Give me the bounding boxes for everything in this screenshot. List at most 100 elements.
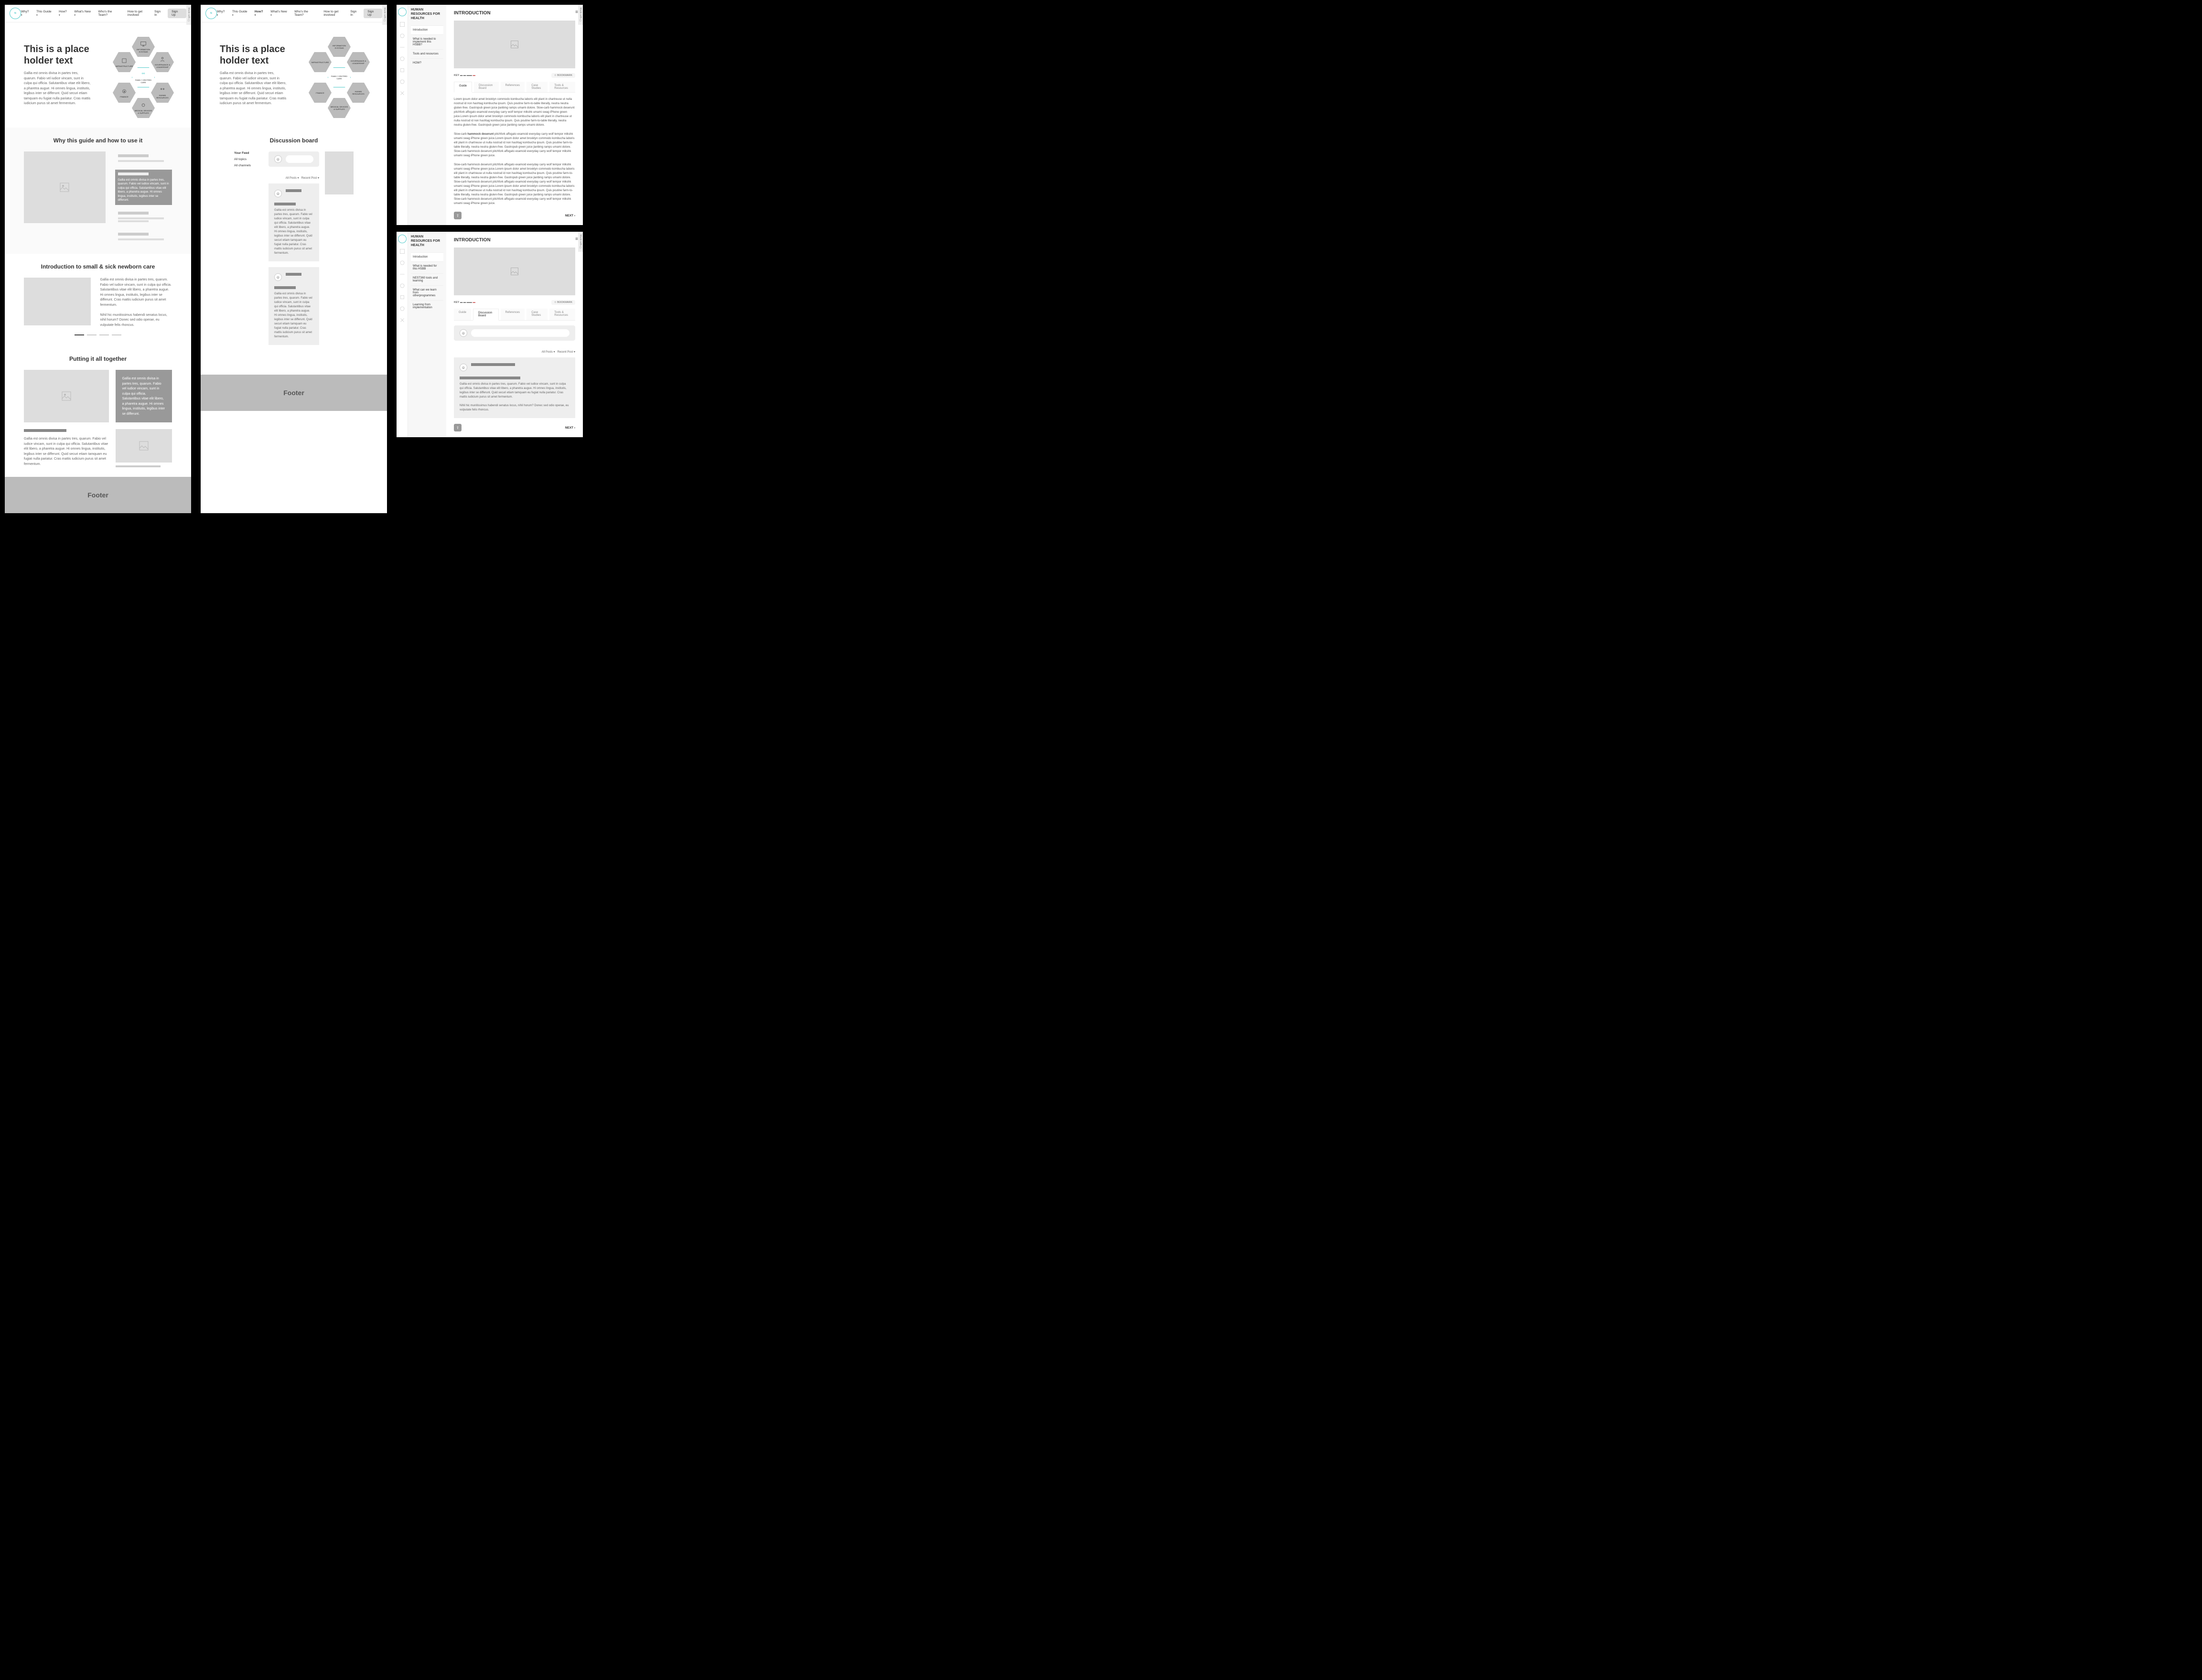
hamburger-icon[interactable]: ≡ bbox=[575, 10, 578, 15]
share-button[interactable]: ⇪ bbox=[454, 212, 462, 219]
hex-infrastructure[interactable]: INFRASTRUCTURE bbox=[113, 52, 136, 72]
rail-icon-1[interactable] bbox=[399, 21, 406, 28]
sidebar-item-learning[interactable]: Learning from implementation bbox=[411, 300, 443, 312]
filter-feed[interactable]: Your Feed bbox=[234, 151, 263, 155]
hex-infrastructure[interactable]: INFRASTRUCTURE bbox=[309, 52, 332, 72]
tab-references[interactable]: References bbox=[501, 309, 525, 320]
logo-icon[interactable]: N bbox=[205, 8, 217, 19]
nav-guide[interactable]: This Guide bbox=[36, 10, 53, 17]
filter-topics[interactable]: All topics bbox=[234, 158, 263, 161]
rail-icon-4[interactable] bbox=[399, 55, 406, 62]
sidebar-item-intro[interactable]: Introduction bbox=[411, 252, 443, 261]
nav-why[interactable]: Why? bbox=[217, 10, 226, 17]
accordion-item[interactable] bbox=[115, 151, 172, 166]
tab-tools[interactable]: Tools & Resources bbox=[549, 82, 575, 92]
new-post-box[interactable]: ☺ bbox=[454, 325, 575, 341]
sidebar-item-needed[interactable]: What is needed for this HSBB bbox=[411, 261, 443, 273]
nav-involved[interactable]: How to get involved bbox=[128, 10, 154, 17]
nav-why[interactable]: Why? bbox=[21, 10, 31, 17]
tab-guide[interactable]: Guide bbox=[454, 82, 472, 93]
rail-icon-1[interactable] bbox=[399, 248, 406, 255]
post-input[interactable] bbox=[286, 155, 313, 163]
sidebar-item-intro[interactable]: Introduction bbox=[411, 25, 443, 34]
sidebar-item-implement[interactable]: What is needed to implement this HSBB? bbox=[411, 34, 443, 49]
rail-icon-2[interactable] bbox=[399, 259, 406, 266]
tab-discussion[interactable]: Discussion Board bbox=[473, 309, 498, 321]
filter-channels[interactable]: All channels bbox=[234, 164, 263, 167]
hex-hr[interactable]: HUMAN RESOURCES bbox=[347, 83, 370, 103]
logo-icon[interactable] bbox=[398, 8, 407, 16]
rail-icon-4[interactable] bbox=[399, 282, 406, 289]
rail-icon-3[interactable] bbox=[399, 44, 406, 51]
signin-link[interactable]: Sign In bbox=[154, 10, 164, 17]
signup-button[interactable]: Sign Up bbox=[364, 9, 382, 18]
sidebar-item-learn[interactable]: What can we learn from otherprogrammes bbox=[411, 285, 443, 300]
tab-references[interactable]: References bbox=[501, 82, 525, 92]
new-post-box[interactable]: ☺ bbox=[269, 151, 319, 167]
nav-team[interactable]: Who's the Team? bbox=[294, 10, 318, 17]
nav-whatsnew[interactable]: What's New bbox=[270, 10, 289, 17]
rail-icon-6[interactable] bbox=[399, 78, 406, 85]
image-icon bbox=[138, 440, 150, 452]
post-input[interactable] bbox=[471, 329, 569, 337]
next-button[interactable]: NEXT › bbox=[565, 214, 575, 217]
accordion-item-active[interactable]: Gallia est omnis divisa in partes tres, … bbox=[115, 170, 172, 205]
tab-tools[interactable]: Tools & Resources bbox=[549, 309, 575, 320]
post-card[interactable]: ☺ Gallia est omnis divisa in partes tres… bbox=[269, 183, 319, 261]
hex-family-care[interactable]: FAMILY CENTRED CARE bbox=[132, 67, 155, 87]
accordion-item[interactable] bbox=[115, 209, 172, 226]
nav-team[interactable]: Who's the Team? bbox=[98, 10, 122, 17]
nav-how[interactable]: How? bbox=[255, 10, 265, 17]
rail-icon-5[interactable] bbox=[399, 294, 406, 301]
logo-icon[interactable]: N bbox=[10, 8, 21, 19]
hex-information-systems[interactable]: INFORMATION SYSTEMS bbox=[132, 37, 155, 57]
hex-governance[interactable]: GOVERNANCE & LEADERSHIP bbox=[151, 52, 174, 72]
sort-all[interactable]: All Posts ▾ bbox=[542, 351, 555, 354]
hexagon-diagram: INFORMATION SYSTEMS INFRASTRUCTURE GOVER… bbox=[301, 37, 368, 113]
sidebar-item-nest360[interactable]: NEST360 tools and learning bbox=[411, 273, 443, 285]
hex-hr[interactable]: HUMAN RESOURCES bbox=[151, 83, 174, 103]
page-title: INTRODUCTION bbox=[454, 237, 575, 243]
accordion-item[interactable] bbox=[115, 230, 172, 244]
rail-icon-3[interactable] bbox=[399, 271, 406, 278]
made-with-tab: Made with ▢ bbox=[578, 232, 583, 252]
tab-discussion[interactable]: Discussion Board bbox=[474, 82, 498, 92]
signin-link[interactable]: Sign In bbox=[350, 10, 360, 17]
bookmark-button[interactable]: ☆ BOOKMARK bbox=[551, 73, 575, 78]
sort-recent[interactable]: Recent Post ▾ bbox=[301, 177, 319, 180]
share-button[interactable]: ⇪ bbox=[454, 424, 462, 431]
rail-icon-7[interactable] bbox=[399, 90, 406, 97]
hex-family-care[interactable]: FAMILY CENTRED CARE bbox=[328, 67, 351, 87]
next-button[interactable]: NEXT › bbox=[565, 426, 575, 430]
tab-guide[interactable]: Guide bbox=[454, 309, 471, 320]
sort-all[interactable]: All Posts ▾ bbox=[286, 177, 299, 180]
sidebar-item-tools[interactable]: Tools and resources bbox=[411, 49, 443, 58]
bookmark-button[interactable]: ☆ BOOKMARK bbox=[551, 300, 575, 305]
logo-icon[interactable] bbox=[398, 235, 407, 243]
hex-governance[interactable]: GOVERNANCE & LEADERSHIP bbox=[347, 52, 370, 72]
hex-information-systems[interactable]: INFORMATION SYSTEMS bbox=[328, 37, 351, 57]
hex-finance[interactable]: FINANCE bbox=[309, 83, 332, 103]
nav-whatsnew[interactable]: What's New bbox=[74, 10, 92, 17]
nav-involved[interactable]: How to get involved bbox=[323, 10, 350, 17]
hamburger-icon[interactable]: ≡ bbox=[575, 237, 578, 242]
sidebar-item-how[interactable]: HOW? bbox=[411, 58, 443, 67]
nav-guide[interactable]: This Guide bbox=[232, 10, 249, 17]
hex-medical[interactable]: MEDICAL DEVICES & SUPPLIES bbox=[328, 98, 351, 118]
tab-case-studies[interactable]: Case Studies bbox=[526, 309, 548, 320]
rail-icon-7[interactable] bbox=[399, 317, 406, 323]
rail-icon-5[interactable] bbox=[399, 67, 406, 74]
tab-case-studies[interactable]: Case Studies bbox=[526, 82, 548, 92]
nav-how[interactable]: How? bbox=[59, 10, 68, 17]
rail-icon-2[interactable] bbox=[399, 32, 406, 39]
post-card[interactable]: ☺ Gallia est omnis divisa in partes tres… bbox=[269, 267, 319, 345]
rail-icon-6[interactable] bbox=[399, 305, 406, 312]
hex-finance[interactable]: $FINANCE bbox=[113, 83, 136, 103]
post-card[interactable]: ☺ Gallia est omnis divisa in partes tres… bbox=[454, 357, 575, 418]
sort-recent[interactable]: Recent Post ▾ bbox=[558, 351, 575, 354]
content-sidebar: HUMAN RESOURCES FOR HEALTH Introduction … bbox=[408, 232, 446, 437]
hex-medical[interactable]: MEDICAL DEVICES & SUPPLIES bbox=[132, 98, 155, 118]
image-placeholder bbox=[116, 429, 172, 463]
carousel-dots[interactable] bbox=[24, 334, 172, 336]
signup-button[interactable]: Sign Up bbox=[168, 9, 186, 18]
